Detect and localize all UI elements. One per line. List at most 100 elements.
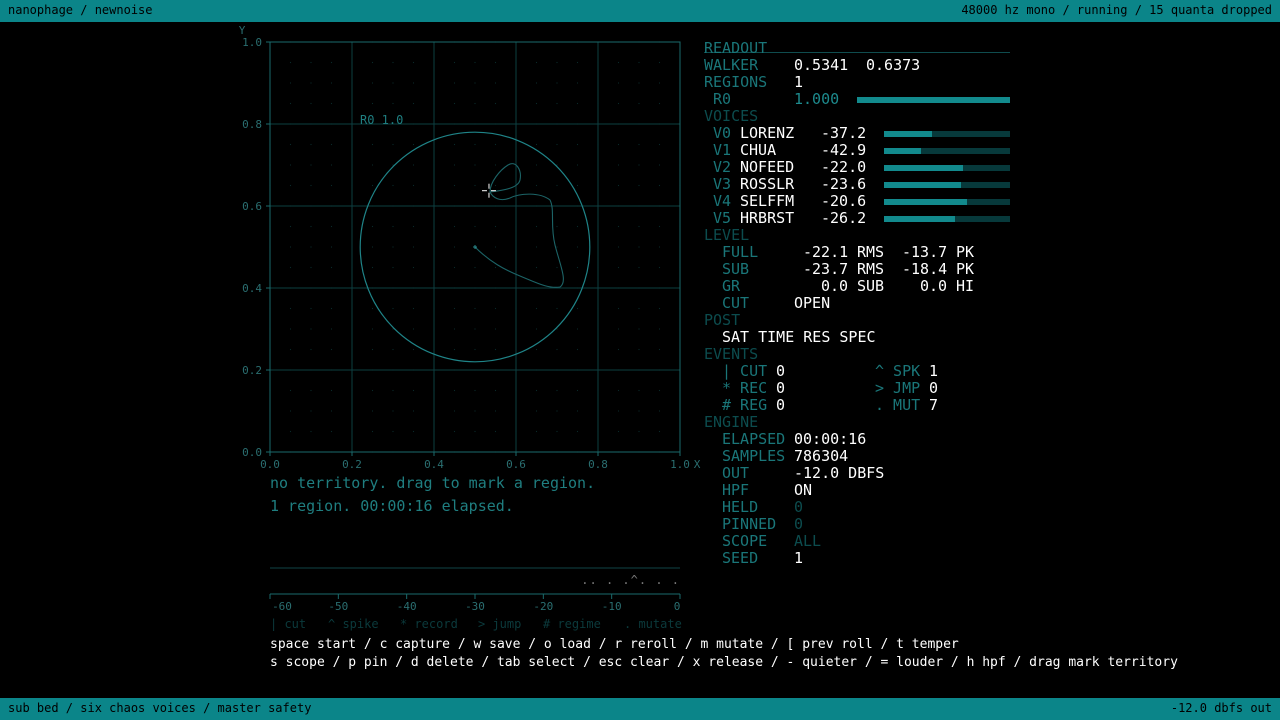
territory-plot[interactable]: 0.0 0.2 0.4 0.6 0.8 1.0 0.0 0.2 0.4 0.6 0.8 1.0 X Y -… [0, 0, 1280, 698]
samples-value: 786304 [794, 447, 849, 465]
voice-db: -22.0 [821, 158, 867, 176]
keybinding-help-1: space start / c capture / w save / o loa… [270, 637, 959, 652]
gr-sub-unit: SUB [857, 277, 885, 295]
voice-id: V5 [713, 209, 732, 227]
voice-meter [884, 216, 1010, 222]
legend-jump: > jump [478, 617, 522, 631]
post-value: SAT TIME RES SPEC [722, 328, 876, 346]
sub-label: SUB [722, 260, 750, 278]
samples-label: SAMPLES [722, 447, 786, 465]
voice-db: -20.6 [821, 192, 867, 210]
voice-id: V4 [713, 192, 732, 210]
voice-name: NOFEED [740, 158, 795, 176]
sub-rms-unit: RMS [857, 260, 885, 278]
plot-ticks: 0.0 0.2 0.4 0.6 0.8 1.0 0.0 0.2 0.4 0.6 0.8 1.0 X Y [239, 24, 701, 471]
event-value-2: 1 [929, 362, 939, 380]
region-label: R0 1.0 [360, 113, 404, 127]
voice-db: -26.2 [821, 209, 867, 227]
elapsed-value: 00:00:16 [794, 430, 867, 448]
out-label: OUT [722, 464, 750, 482]
voices-label: VOICES [704, 107, 759, 125]
full-rms: -22.1 [803, 243, 849, 261]
y-tick-label: 1.0 [242, 36, 262, 49]
output-level: -12.0 dbfs out [1170, 701, 1272, 715]
r0-label: R0 [713, 90, 732, 108]
scope-tick-label: -10 [602, 600, 622, 613]
voice-name: CHUA [740, 141, 777, 159]
gr-hi-unit: HI [956, 277, 975, 295]
scope-ticks: -60 -50 -40 -30 -20 -10 0 [269, 594, 681, 613]
sub-pk-unit: PK [956, 260, 975, 278]
event-value-2: 0 [929, 379, 939, 397]
walker-x: 0.5341 [794, 56, 849, 74]
out-value: -12.0 DBFS [794, 464, 885, 482]
legend-spike: ^ spike [328, 617, 379, 631]
scope-tick-label: -20 [533, 600, 553, 613]
full-rms-unit: RMS [857, 243, 885, 261]
event-label: | CUT [722, 362, 768, 380]
scope-tick-label: -60 [272, 600, 292, 613]
held-label: HELD [722, 498, 759, 516]
signal-chain-summary: sub bed / six chaos voices / master safe… [8, 701, 312, 715]
r0-value: 1.000 [794, 90, 840, 108]
cut-value: OPEN [794, 294, 831, 312]
walker-cursor-icon [481, 183, 496, 198]
x-axis-label: X [694, 458, 701, 471]
scope-tick-label: -30 [465, 600, 485, 613]
voice-meter [884, 165, 1010, 171]
y-tick-label: 0.6 [242, 200, 262, 213]
voice-name: SELFFM [740, 192, 795, 210]
pinned-value: 0 [794, 515, 804, 533]
voice-name: HRBRST [740, 209, 795, 227]
bottom-status-bar: sub bed / six chaos voices / master safe… [0, 698, 1280, 720]
walker-label: WALKER [704, 56, 759, 74]
elapsed-label: ELAPSED [722, 430, 786, 448]
event-label-2: > JMP [875, 379, 921, 397]
voice-id: V2 [713, 158, 732, 176]
walker-y: 0.6373 [866, 56, 921, 74]
y-tick-label: 0.2 [242, 364, 262, 377]
legend-regime: # regime [543, 617, 601, 631]
y-tick-label: 0.8 [242, 118, 262, 131]
voice-db: -23.6 [821, 175, 867, 193]
event-value: 0 [776, 379, 786, 397]
held-value: 0 [794, 498, 804, 516]
legend-mutate: . mutate [624, 617, 682, 631]
seed-value: 1 [794, 549, 804, 567]
event-label: # REG [722, 396, 768, 414]
voice-name: LORENZ [740, 124, 795, 142]
readout-title: READOUT [704, 39, 768, 57]
legend-record: * record [400, 617, 458, 631]
x-tick-label: 0.6 [506, 458, 526, 471]
voice-db: -37.2 [821, 124, 867, 142]
x-tick-label: 0.4 [424, 458, 444, 471]
y-axis-label: Y [239, 24, 246, 37]
event-value: 0 [776, 396, 786, 414]
x-tick-label: 0.2 [342, 458, 362, 471]
event-label-2: . MUT [875, 396, 921, 414]
voice-meter [884, 182, 1010, 188]
walker-trace [474, 163, 564, 288]
scope-tick-label: -40 [397, 600, 417, 613]
scope-event-marks: .. . .^. . . [581, 573, 680, 587]
y-tick-label: 0.4 [242, 282, 262, 295]
sub-pk: -18.4 [902, 260, 948, 278]
x-tick-label: 0.8 [588, 458, 608, 471]
gr-sub: 0.0 [821, 277, 849, 295]
scope-tick-label: 0 [674, 600, 681, 613]
gr-label: GR [722, 277, 741, 295]
event-value: 0 [776, 362, 786, 380]
voice-name: ROSSLR [740, 175, 795, 193]
seed-label: SEED [722, 549, 759, 567]
engine-label: ENGINE [704, 413, 759, 431]
legend-cut: | cut [270, 617, 307, 631]
x-tick-label: 0.0 [260, 458, 280, 471]
event-value-2: 7 [929, 396, 939, 414]
voice-meter [884, 148, 1010, 154]
full-pk-unit: PK [956, 243, 975, 261]
scope-value: ALL [794, 532, 822, 550]
sub-rms: -23.7 [803, 260, 849, 278]
level-label: LEVEL [704, 226, 750, 244]
regions-label: REGIONS [704, 73, 768, 91]
voice-db: -42.9 [821, 141, 867, 159]
